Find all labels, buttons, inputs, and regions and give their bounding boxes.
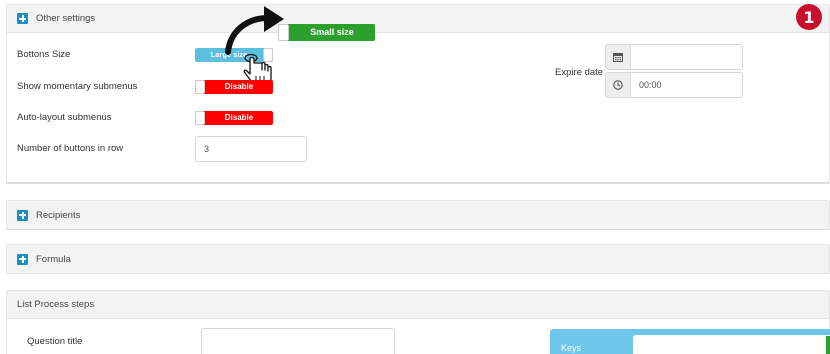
time-addon[interactable] (605, 72, 631, 98)
recipients-title: Recipients (36, 209, 81, 221)
small-size-toggle-label: Small size (310, 27, 354, 37)
keys-label: Keys (561, 343, 582, 353)
formula-panel: Formula (6, 244, 830, 274)
toggle-knob (195, 80, 205, 94)
expire-date-label: Expire date (555, 67, 604, 78)
expire-time-input[interactable]: 00:00 (631, 72, 743, 98)
buttons-size-label: Bottons Size (17, 49, 71, 60)
formula-header[interactable]: Formula (7, 245, 829, 273)
small-size-toggle[interactable]: Small size (278, 24, 375, 41)
recipients-panel: Recipients (6, 200, 830, 230)
auto-layout-toggle[interactable]: Disable (195, 111, 273, 125)
auto-layout-toggle-label: Disable (224, 113, 254, 122)
plus-square-icon[interactable] (17, 209, 28, 221)
question-title-input[interactable] (201, 328, 395, 354)
keys-panel: Keys (550, 329, 830, 354)
keys-toggle-edge[interactable] (826, 336, 830, 354)
expire-date-input[interactable] (631, 44, 743, 70)
formula-title: Formula (36, 253, 71, 265)
keys-input[interactable] (633, 335, 830, 354)
auto-layout-label: Auto-layout submenus (17, 112, 112, 123)
plus-square-icon[interactable] (17, 13, 28, 24)
date-addon[interactable] (605, 44, 631, 70)
process-steps-header[interactable]: List Process steps (7, 291, 829, 319)
step-number-badge: 1 (796, 4, 822, 30)
recipients-header[interactable]: Recipients (7, 201, 829, 229)
clock-icon (613, 80, 623, 90)
momentary-submenus-toggle[interactable]: Disable (195, 80, 273, 94)
other-settings-header[interactable]: Other settings (7, 5, 829, 33)
other-settings-title: Other settings (36, 13, 96, 24)
calendar-icon (613, 53, 623, 62)
momentary-submenus-label: Show momentary submenus (17, 81, 138, 92)
plus-square-icon[interactable] (17, 253, 28, 265)
buttons-in-row-label: Number of buttons in row (17, 143, 124, 154)
buttons-in-row-input[interactable]: 3 (195, 136, 307, 162)
process-steps-title: List Process steps (17, 299, 95, 310)
toggle-knob (195, 111, 205, 125)
curved-arrow-icon (225, 6, 284, 55)
momentary-submenus-toggle-label: Disable (224, 82, 254, 91)
question-title-label: Question title (27, 336, 83, 347)
